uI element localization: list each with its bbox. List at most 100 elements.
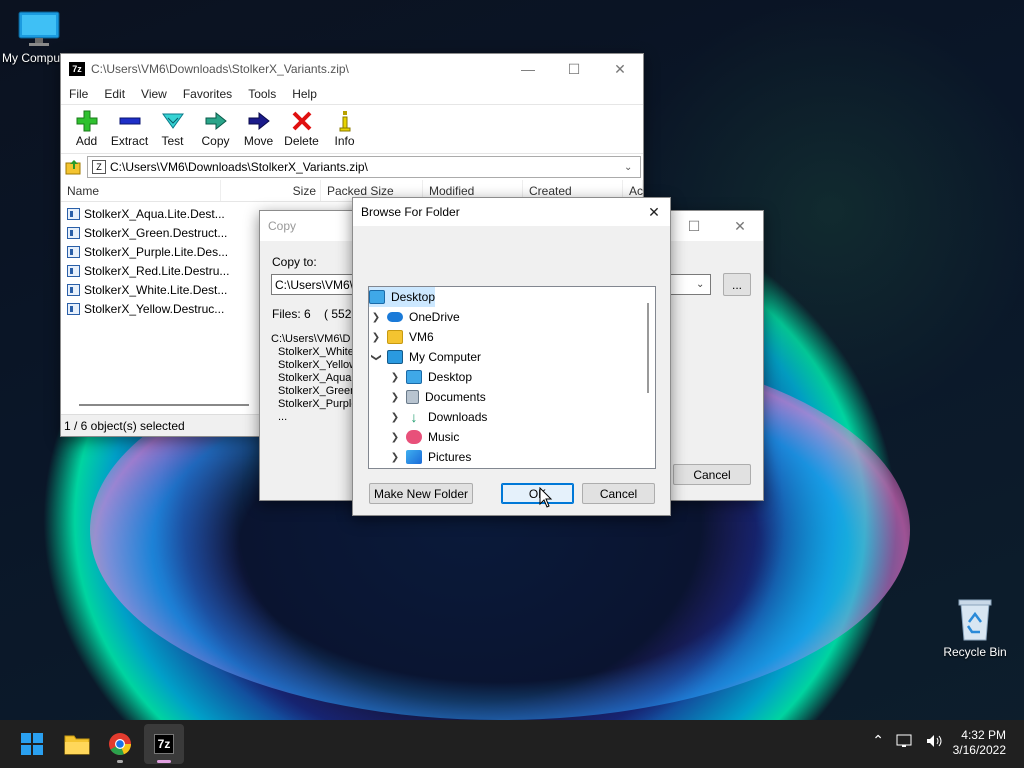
copy-button[interactable]: Copy	[194, 105, 237, 153]
copy-arrow-icon	[205, 111, 227, 131]
tree-item-music[interactable]: ❯ Music	[369, 427, 655, 447]
chevron-right-icon[interactable]: ❯	[390, 372, 400, 383]
folder-icon	[64, 735, 90, 755]
chrome-icon	[109, 733, 132, 756]
menu-file[interactable]: File	[61, 87, 96, 101]
delete-button[interactable]: Delete	[280, 105, 323, 153]
network-icon[interactable]	[896, 733, 914, 749]
up-folder-icon[interactable]	[65, 158, 83, 176]
file-explorer-button[interactable]	[57, 724, 97, 764]
volume-icon[interactable]	[926, 733, 944, 749]
maximize-button[interactable]: ☐	[551, 54, 597, 84]
clock-date: 3/16/2022	[952, 743, 1006, 757]
minus-icon	[119, 117, 140, 125]
ok-button[interactable]: OK	[501, 483, 574, 504]
close-button[interactable]: ✕	[597, 54, 643, 84]
computer-icon	[387, 350, 403, 364]
desktop-icon	[369, 290, 385, 304]
file-icon	[67, 264, 80, 277]
col-name[interactable]: Name	[61, 180, 221, 201]
test-button[interactable]: Test	[151, 105, 194, 153]
browse-button[interactable]: ...	[723, 273, 751, 296]
sevenzip-taskbar-button[interactable]: 7z	[144, 724, 184, 764]
address-field[interactable]: Z C:\Users\VM6\Downloads\StolkerX_Varian…	[87, 156, 641, 178]
tree-item-my-computer[interactable]: ❯ My Computer	[369, 347, 655, 367]
tree-item-desktop[interactable]: Desktop	[369, 287, 435, 307]
file-icon	[67, 283, 80, 296]
tree-item-vm6[interactable]: ❯ VM6	[369, 327, 655, 347]
start-button[interactable]	[12, 724, 52, 764]
chevron-right-icon[interactable]: ❯	[390, 412, 400, 423]
col-size[interactable]: Size	[221, 180, 321, 201]
menu-help[interactable]: Help	[284, 87, 325, 101]
folder-tree: Desktop ❯ OneDrive ❯ VM6 ❯ My Computer ❯…	[368, 286, 656, 469]
address-bar: Z C:\Users\VM6\Downloads\StolkerX_Varian…	[61, 154, 643, 180]
browse-titlebar[interactable]: Browse For Folder ✕	[353, 198, 670, 226]
tree-item-pictures[interactable]: ❯ Pictures	[369, 447, 655, 467]
sevenzip-app-icon: 7z	[69, 62, 85, 76]
sevenzip-titlebar[interactable]: 7z C:\Users\VM6\Downloads\StolkerX_Varia…	[61, 54, 643, 84]
status-text: 1 / 6 object(s) selected	[64, 418, 185, 433]
chevron-right-icon[interactable]: ❯	[390, 432, 400, 443]
info-button[interactable]: Info	[323, 105, 366, 153]
folder-icon	[387, 330, 403, 344]
chevron-right-icon[interactable]: ❯	[390, 452, 400, 463]
file-icon	[67, 245, 80, 258]
maximize-button[interactable]: ☐	[671, 211, 717, 241]
chevron-up-icon[interactable]: ⌃	[872, 732, 884, 749]
mouse-cursor-icon	[539, 487, 553, 508]
menu-edit[interactable]: Edit	[96, 87, 133, 101]
chevron-down-icon[interactable]: ⌄	[696, 279, 710, 290]
copy-cancel-button[interactable]: Cancel	[673, 464, 751, 485]
file-icon	[67, 226, 80, 239]
recycle-bin-icon	[958, 599, 992, 641]
running-indicator	[117, 760, 123, 763]
active-indicator	[157, 760, 171, 763]
downloads-icon: ↓	[410, 409, 418, 425]
chevron-down-icon[interactable]: ❯	[371, 352, 382, 362]
check-icon	[161, 113, 184, 129]
add-button[interactable]: Add	[65, 105, 108, 153]
delete-x-icon	[292, 111, 311, 131]
address-text: C:\Users\VM6\Downloads\StolkerX_Variants…	[110, 160, 368, 174]
chevron-right-icon[interactable]: ❯	[371, 332, 381, 343]
sevenzip-toolbar: Add Extract Test Copy Move Delete Info	[61, 104, 643, 154]
chrome-button[interactable]	[100, 724, 140, 764]
tree-scrollbar[interactable]	[647, 303, 649, 393]
desktop-icon	[406, 370, 422, 384]
tree-item-downloads[interactable]: ❯ ↓ Downloads	[369, 407, 655, 427]
tree-item-desktop-sub[interactable]: ❯ Desktop	[369, 367, 655, 387]
copy-to-label: Copy to:	[272, 255, 317, 269]
taskbar: 7z ⌃ 4:32 PM 3/16/2022	[0, 720, 1024, 768]
menu-view[interactable]: View	[133, 87, 175, 101]
sevenzip-menubar: File Edit View Favorites Tools Help	[61, 84, 643, 104]
desktop-icon-recycle-bin[interactable]: Recycle Bin	[940, 596, 1010, 659]
chevron-right-icon[interactable]: ❯	[390, 392, 400, 403]
sevenzip-title: C:\Users\VM6\Downloads\StolkerX_Variants…	[91, 62, 349, 76]
info-icon	[339, 111, 350, 132]
file-icon	[67, 207, 80, 220]
clock[interactable]: 4:32 PM 3/16/2022	[953, 728, 1006, 758]
documents-icon	[406, 390, 419, 404]
move-button[interactable]: Move	[237, 105, 280, 153]
tree-item-documents[interactable]: ❯ Documents	[369, 387, 655, 407]
menu-tools[interactable]: Tools	[240, 87, 284, 101]
make-new-folder-button[interactable]: Make New Folder	[369, 483, 473, 504]
browse-title: Browse For Folder	[361, 205, 460, 219]
sevenzip-icon: 7z	[153, 734, 175, 754]
tree-item-onedrive[interactable]: ❯ OneDrive	[369, 307, 655, 327]
browse-cancel-button[interactable]: Cancel	[582, 483, 655, 504]
system-tray: ⌃	[872, 732, 944, 749]
close-button[interactable]: ✕	[717, 211, 763, 241]
close-button[interactable]: ✕	[638, 197, 670, 227]
move-arrow-icon	[248, 111, 270, 131]
chevron-right-icon[interactable]: ❯	[371, 312, 381, 323]
menu-favorites[interactable]: Favorites	[175, 87, 240, 101]
clock-time: 4:32 PM	[961, 728, 1006, 742]
minimize-button[interactable]: —	[505, 54, 551, 84]
copy-file-list: C:\Users\VM6\D StolkerX_White StolkerX_Y…	[271, 333, 358, 423]
chevron-down-icon[interactable]: ⌄	[624, 162, 640, 173]
extract-button[interactable]: Extract	[108, 105, 151, 153]
zip-icon: Z	[92, 160, 106, 174]
horizontal-scrollbar[interactable]	[79, 404, 249, 406]
